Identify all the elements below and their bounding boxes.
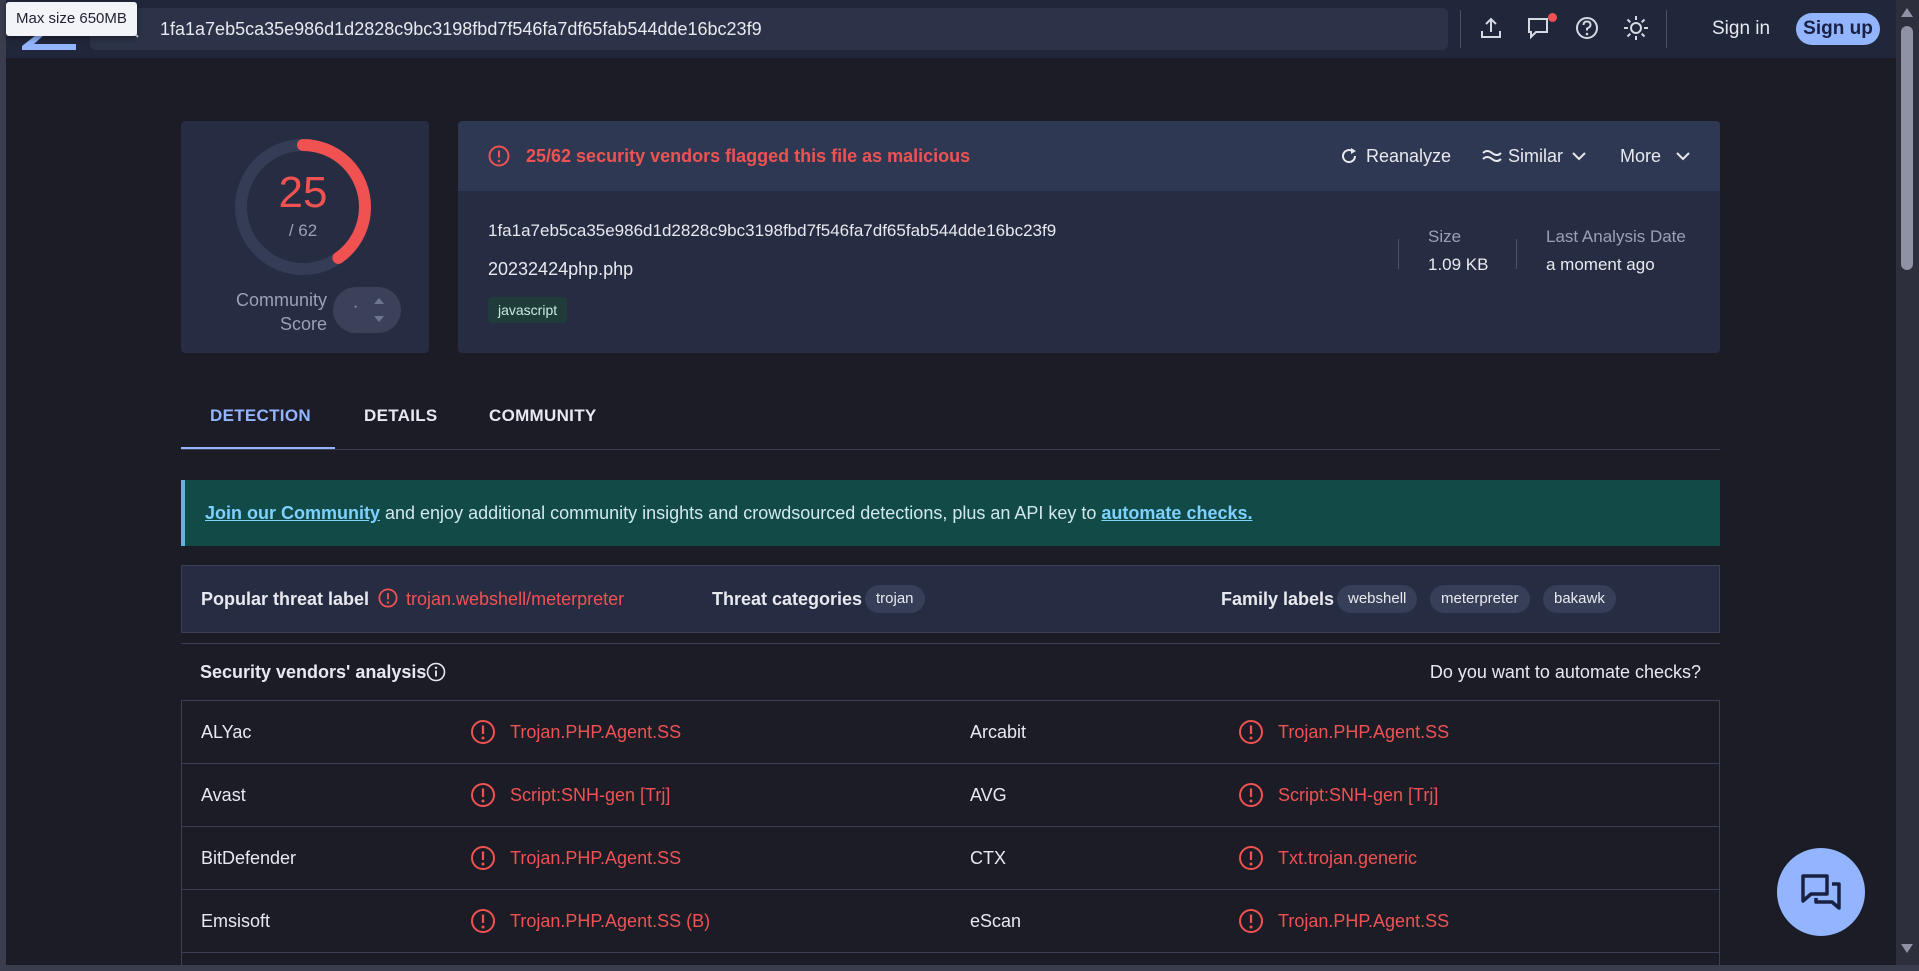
- divider: [1460, 10, 1461, 48]
- file-info-card: 25/62 security vendors flagged this file…: [458, 121, 1720, 353]
- similar-icon: [1482, 150, 1502, 162]
- community-banner: Join our Community and enjoy additional …: [181, 480, 1720, 546]
- notification-dot: [1548, 13, 1557, 22]
- info-icon[interactable]: [426, 662, 446, 682]
- detection-alert-icon: [1238, 845, 1264, 871]
- sign-up-button[interactable]: Sign up: [1796, 13, 1880, 45]
- popular-threat-value[interactable]: trojan.webshell/meterpreter: [406, 566, 624, 632]
- divider: [1666, 10, 1667, 48]
- vendors-analysis-title: Security vendors' analysis: [200, 662, 427, 682]
- more-dropdown[interactable]: More: [1620, 121, 1700, 191]
- malicious-alert-text: 25/62 security vendors flagged this file…: [526, 146, 971, 166]
- detection-alert-icon: [470, 845, 496, 871]
- detection-count: 25: [278, 168, 328, 217]
- vendor-detection-result: Trojan.PHP.Agent.SS (B): [510, 911, 711, 931]
- vendor-row: Emsisoft Trojan.PHP.Agent.SS (B) eScan Troj…: [182, 890, 1719, 953]
- vendor-detection-result: Script:SNH-gen [Trj]: [1278, 785, 1439, 805]
- vendor-name: AVG: [970, 785, 1007, 805]
- similar-dropdown[interactable]: Similar: [1482, 121, 1592, 191]
- vendor-name: BitDefender: [201, 848, 297, 868]
- detection-alert-icon: [470, 719, 496, 745]
- detection-alert-icon: [1238, 908, 1264, 934]
- vendor-name: CTX: [970, 848, 1006, 868]
- detection-alert-icon: [1238, 719, 1264, 745]
- community-vote-control[interactable]: ·: [333, 287, 401, 333]
- vendor-row: Avast Script:SNH-gen [Trj] AVG Script:SNH-g…: [182, 764, 1719, 827]
- category-chip[interactable]: trojan: [865, 585, 925, 613]
- size-label: Size: [1428, 227, 1462, 246]
- vendor-name: eScan: [970, 911, 1022, 931]
- tab-detection[interactable]: DETECTION: [210, 406, 311, 426]
- scroll-down-arrow[interactable]: [1901, 944, 1913, 953]
- tabs-divider: [181, 449, 1720, 450]
- theme-toggle-icon[interactable]: [1623, 15, 1649, 41]
- scroll-up-arrow[interactable]: [1901, 8, 1913, 17]
- detection-alert-icon: [470, 782, 496, 808]
- vendors-analysis-header: Security vendors' analysis Do you want t…: [181, 643, 1720, 700]
- vendor-row: ALYac Trojan.PHP.Agent.SS Arcabit Trojan.PH…: [182, 701, 1719, 764]
- vote-value: ·: [353, 298, 359, 315]
- community-score-label: Community Score: [235, 290, 327, 334]
- chat-bubbles-icon: [1801, 874, 1841, 910]
- threat-summary: Popular threat label trojan.webshell/met…: [181, 565, 1720, 633]
- vendor-detection-result: Trojan.PHP.Agent.SS: [1278, 911, 1450, 931]
- divider: [1516, 239, 1517, 269]
- alert-icon: [378, 588, 398, 608]
- alert-icon: [488, 145, 510, 167]
- upload-tooltip: Max size 650MB: [6, 2, 137, 36]
- upload-icon[interactable]: [1478, 15, 1504, 41]
- size-value: 1.09 KB: [1428, 255, 1489, 274]
- vendor-detection-result: Script:SNH-gen [Trj]: [510, 785, 671, 805]
- family-chip[interactable]: meterpreter: [1430, 585, 1530, 613]
- refresh-icon: [1342, 148, 1357, 164]
- file-hash[interactable]: 1fa1a7eb5ca35e986d1d2828c9bc3198fbd7f546…: [488, 221, 1056, 241]
- vendor-row: BitDefender Trojan.PHP.Agent.SS CTX Txt.tro…: [182, 827, 1719, 890]
- vendor-detection-result: Trojan.PHP.Agent.SS: [1278, 722, 1450, 742]
- family-labels-label: Family labels: [1221, 589, 1335, 609]
- tab-details[interactable]: DETAILS: [364, 406, 438, 426]
- detection-alert-icon: [470, 908, 496, 934]
- help-icon[interactable]: [1574, 15, 1600, 41]
- automate-checks-cta[interactable]: Do you want to automate checks?: [1430, 644, 1701, 700]
- scroll-thumb[interactable]: [1901, 26, 1913, 270]
- automate-checks-link[interactable]: automate checks.: [1101, 503, 1252, 523]
- vendor-name: Avast: [201, 785, 246, 805]
- vendors-table: ALYac Trojan.PHP.Agent.SS Arcabit Trojan.PH…: [181, 700, 1720, 971]
- file-name: 20232424php.php: [488, 259, 634, 279]
- family-chip[interactable]: bakawk: [1543, 585, 1616, 613]
- join-community-link[interactable]: Join our Community: [205, 503, 380, 523]
- banner-text: and enjoy additional community insights …: [380, 503, 1102, 523]
- vendor-detection-result: Trojan.PHP.Agent.SS: [510, 848, 682, 868]
- last-analysis-value: a moment ago: [1546, 255, 1655, 274]
- vendor-name: Arcabit: [970, 722, 1027, 742]
- active-tab-indicator: [181, 447, 335, 449]
- popular-threat-label: Popular threat label: [201, 589, 370, 609]
- sign-in-link[interactable]: Sign in: [1712, 14, 1770, 44]
- vendor-name: ALYac: [201, 722, 252, 742]
- alert-header: 25/62 security vendors flagged this file…: [458, 121, 1720, 191]
- reanalyze-button[interactable]: Reanalyze: [1340, 121, 1460, 191]
- detection-score-card: 25 / 62 Community Score ·: [181, 121, 429, 353]
- scrollbar[interactable]: [1896, 0, 1919, 965]
- tab-community[interactable]: COMMUNITY: [489, 406, 597, 426]
- vote-arrows-icon[interactable]: [373, 297, 385, 323]
- detection-total: / 62: [288, 221, 318, 240]
- vendor-detection-result: Trojan.PHP.Agent.SS: [510, 722, 682, 742]
- threat-categories-label: Threat categories: [712, 589, 863, 609]
- chat-button[interactable]: [1777, 848, 1865, 936]
- divider: [1398, 239, 1399, 269]
- top-bar: 1fa1a7eb5ca35e986d1d2828c9bc3198fbd7f546…: [6, 0, 1896, 58]
- search-value[interactable]: 1fa1a7eb5ca35e986d1d2828c9bc3198fbd7f546…: [160, 8, 762, 50]
- chevron-down-icon: [1676, 152, 1690, 161]
- vendor-name: Emsisoft: [201, 911, 271, 931]
- detection-alert-icon: [1238, 782, 1264, 808]
- vendor-detection-result: Txt.trojan.generic: [1278, 848, 1418, 868]
- family-chip[interactable]: webshell: [1337, 585, 1418, 613]
- file-type-tag[interactable]: javascript: [488, 297, 568, 323]
- search-input[interactable]: 1fa1a7eb5ca35e986d1d2828c9bc3198fbd7f546…: [90, 8, 1448, 50]
- last-analysis-label: Last Analysis Date: [1546, 227, 1686, 246]
- chevron-down-icon: [1572, 152, 1586, 161]
